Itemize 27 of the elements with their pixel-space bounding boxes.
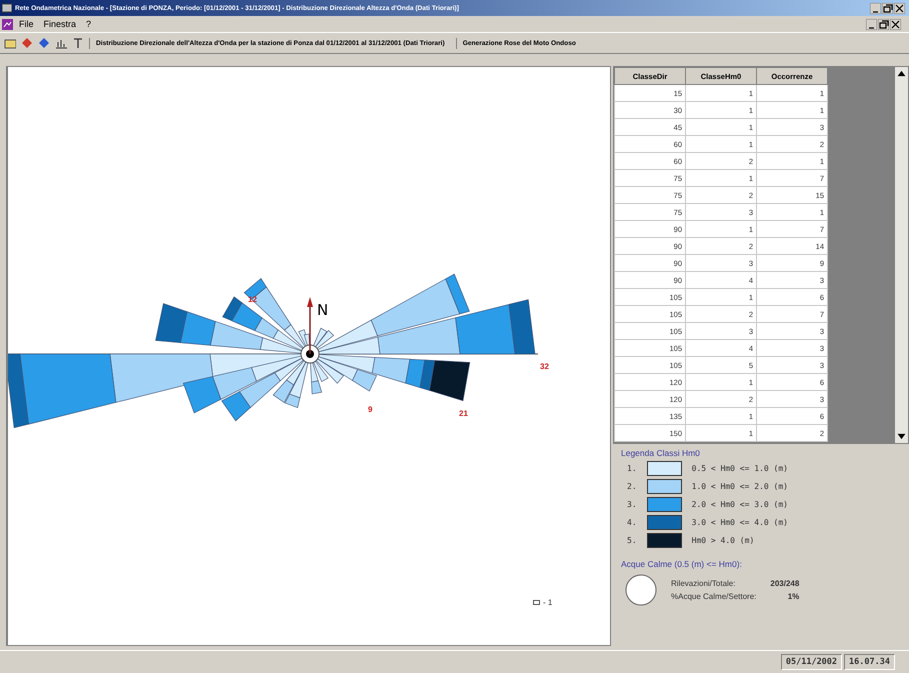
- status-date: 05/11/2002: [780, 654, 842, 670]
- legend-title: Legenda Classi Hm0: [621, 448, 701, 458]
- legend-label: 1.0 < Hm0 <= 2.0 (m): [692, 482, 788, 491]
- stat-label: Rilevazioni/Totale:: [671, 579, 736, 588]
- legend-label: 2.0 < Hm0 <= 3.0 (m): [692, 500, 788, 509]
- legend-number: 5.: [627, 536, 637, 545]
- legend-label: 0.5 < Hm0 <= 1.0 (m): [692, 464, 788, 473]
- legend-number: 1.: [627, 464, 637, 473]
- stat-label: %Acque Calme/Settore:: [671, 592, 756, 601]
- north-label: N: [317, 301, 328, 319]
- scale-label: - 1: [543, 598, 552, 607]
- stat-value: 203/248: [770, 579, 800, 588]
- sector-label: 32: [540, 362, 549, 371]
- calm-title: Acque Calme (0.5 (m) <= Hm0):: [621, 559, 743, 569]
- menu-item[interactable]: Finestra: [40, 19, 80, 29]
- legend-label: Hm0 > 4.0 (m): [692, 536, 754, 545]
- legend-number: 3.: [627, 500, 637, 509]
- legend-number: 2.: [627, 482, 637, 491]
- legend-label: 3.0 < Hm0 <= 4.0 (m): [692, 518, 788, 527]
- menu-item[interactable]: ?: [82, 19, 96, 29]
- sector-label: 9: [368, 405, 372, 414]
- legend-number: 4.: [627, 518, 637, 527]
- status-time: 16.07.34: [844, 654, 895, 670]
- stat-value: 1%: [786, 592, 800, 601]
- sector-label: 21: [459, 409, 468, 418]
- sector-label: 12: [248, 295, 257, 304]
- menu-item[interactable]: File: [15, 19, 38, 29]
